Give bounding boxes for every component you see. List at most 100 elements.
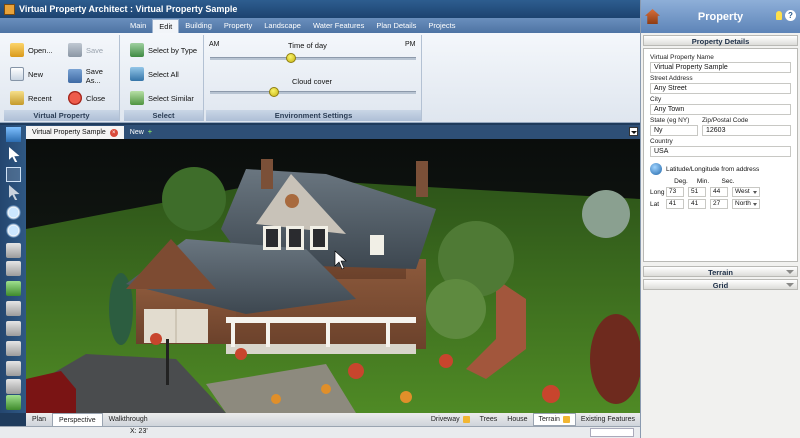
group-select: Select by Type Select All Select Similar…: [124, 35, 204, 121]
pointer-icon[interactable]: [9, 185, 20, 200]
select-box-icon[interactable]: [6, 167, 21, 182]
property-name-field[interactable]: Virtual Property Sample: [650, 62, 791, 73]
zip-field[interactable]: 12603: [702, 125, 791, 136]
new-document-icon: [10, 67, 24, 81]
zoom-control[interactable]: [590, 428, 634, 437]
view-tab-perspective[interactable]: Perspective: [52, 413, 103, 426]
property-details-form: Virtual Property Name Virtual Property S…: [643, 48, 798, 262]
select-similar-button[interactable]: Select Similar: [130, 91, 194, 105]
latlong-label: Latitude/Longitude from address: [666, 165, 760, 173]
layer-existing-features[interactable]: Existing Features: [576, 413, 640, 426]
terrain-section-header[interactable]: Terrain: [643, 266, 798, 277]
lock-icon[interactable]: [562, 416, 570, 423]
long-min-field[interactable]: 51: [688, 187, 706, 197]
lock-icon[interactable]: [462, 416, 470, 423]
layer-trees[interactable]: Trees: [475, 413, 503, 426]
zoom-out-icon[interactable]: [6, 223, 21, 238]
menu-tab-property[interactable]: Property: [218, 19, 258, 33]
lat-min-field[interactable]: 41: [688, 199, 706, 209]
grid-title: Grid: [712, 281, 729, 290]
close-tab-icon[interactable]: ×: [109, 128, 118, 137]
property-details-header[interactable]: Property Details: [643, 35, 798, 46]
longitude-row: Long 73 51 44 West: [650, 187, 791, 197]
recent-button[interactable]: Recent: [10, 91, 52, 105]
menu-tab-edit[interactable]: Edit: [152, 19, 180, 33]
new-button[interactable]: New: [10, 67, 43, 81]
camera-icon[interactable]: [6, 379, 21, 394]
doc-tab-active[interactable]: Virtual Property Sample ×: [26, 126, 124, 139]
scissors-icon[interactable]: [6, 301, 21, 316]
time-of-day-slider-knob[interactable]: [286, 53, 297, 63]
property-panel: Property ? Property Details Virtual Prop…: [640, 0, 800, 438]
lat-sec-field[interactable]: 27: [710, 199, 728, 209]
menu-tab-main[interactable]: Main: [124, 19, 152, 33]
grid-icon[interactable]: [6, 261, 21, 276]
lat-direction-select[interactable]: North: [732, 199, 760, 209]
new-tab-label: New: [129, 129, 144, 136]
menu-tab-landscape[interactable]: Landscape: [258, 19, 307, 33]
menu-tab-building[interactable]: Building: [179, 19, 218, 33]
app-window: Virtual Property Architect : Virtual Pro…: [0, 0, 800, 438]
lat-deg-field[interactable]: 41: [666, 199, 684, 209]
add-tab-icon[interactable]: +: [148, 126, 152, 139]
house-render: [26, 139, 640, 413]
open-folder-icon: [10, 43, 24, 57]
city-field[interactable]: Any Town: [650, 104, 791, 115]
select-all-label: Select All: [148, 69, 179, 79]
terrain-tool-icon[interactable]: [6, 281, 21, 296]
view-tab-walkthrough[interactable]: Walkthrough: [103, 413, 154, 426]
tool-strip: [0, 125, 26, 413]
street-address-field[interactable]: Any Street: [650, 83, 791, 94]
group-virtual-property: Open... Save New Save As... Recent Close: [4, 35, 120, 121]
long-sec-field[interactable]: 44: [710, 187, 728, 197]
menu-tab-plan-details[interactable]: Plan Details: [370, 19, 422, 33]
select-similar-icon: [130, 91, 144, 105]
rotate-icon[interactable]: [6, 361, 21, 376]
deg-header: Deg.: [674, 178, 688, 185]
layer-house[interactable]: House: [502, 413, 532, 426]
coord-header: Deg. Min. Sec.: [650, 178, 791, 185]
help-tool-icon[interactable]: [6, 127, 21, 142]
select-all-button[interactable]: Select All: [130, 67, 179, 81]
select-arrow-icon[interactable]: [9, 147, 20, 162]
grid-section-header[interactable]: Grid: [643, 279, 798, 290]
help-icon[interactable]: ?: [785, 10, 796, 21]
name-label: Virtual Property Name: [650, 54, 714, 61]
select-by-type-button[interactable]: Select by Type: [130, 43, 197, 57]
close-label: Close: [86, 93, 106, 103]
menu-bar: Main Edit Building Property Landscape Wa…: [0, 18, 640, 33]
view-tab-plan[interactable]: Plan: [26, 413, 52, 426]
paste-icon[interactable]: [6, 341, 21, 356]
save-button[interactable]: Save: [68, 43, 103, 57]
country-label: Country: [650, 138, 673, 145]
layer-driveway-label: Driveway: [430, 416, 460, 423]
state-field[interactable]: Ny: [650, 125, 698, 136]
latlong-from-address-button[interactable]: Latitude/Longitude from address: [650, 163, 791, 175]
panel-title: Property: [697, 10, 744, 23]
tab-list-dropdown-icon[interactable]: [629, 127, 638, 136]
close-button[interactable]: Close: [68, 91, 105, 105]
menu-tab-projects[interactable]: Projects: [422, 19, 461, 33]
new-label: New: [28, 69, 44, 79]
long-direction-select[interactable]: West: [732, 187, 760, 197]
cloud-cover-slider[interactable]: [210, 87, 416, 97]
save-as-button[interactable]: Save As...: [68, 67, 119, 85]
lightbulb-icon[interactable]: [776, 11, 782, 20]
long-deg-field[interactable]: 73: [666, 187, 684, 197]
layer-terrain[interactable]: Terrain: [532, 413, 576, 426]
zoom-in-icon[interactable]: [6, 205, 21, 220]
cloud-cover-slider-knob[interactable]: [268, 87, 279, 97]
copy-icon[interactable]: [6, 321, 21, 336]
terrain-title: Terrain: [708, 268, 733, 277]
layers-icon[interactable]: [6, 243, 21, 258]
landscape-tool-icon[interactable]: [6, 395, 21, 410]
country-field[interactable]: USA: [650, 146, 791, 157]
perspective-3d-view[interactable]: [26, 139, 640, 413]
menu-tab-water-features[interactable]: Water Features: [307, 19, 370, 33]
doc-tab-new[interactable]: New +: [124, 126, 158, 139]
open-button[interactable]: Open...: [10, 43, 53, 57]
layer-driveway[interactable]: Driveway: [426, 413, 475, 426]
doc-tab-label: Virtual Property Sample: [32, 129, 106, 136]
time-of-day-slider[interactable]: [210, 53, 416, 63]
recent-icon: [10, 91, 24, 105]
